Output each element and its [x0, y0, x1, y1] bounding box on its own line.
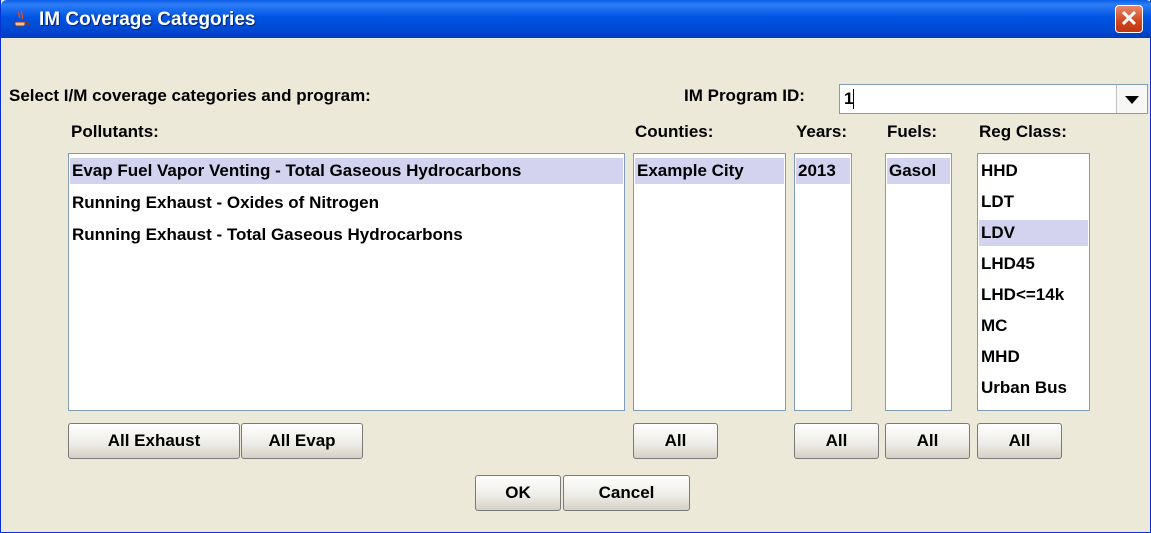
- pollutants-header: Pollutants:: [71, 122, 159, 141]
- fuels-list[interactable]: Gasol: [885, 153, 952, 411]
- all-years-button[interactable]: All: [794, 423, 879, 459]
- close-button[interactable]: ✕: [1115, 5, 1143, 33]
- list-item[interactable]: Evap Fuel Vapor Venting - Total Gaseous …: [70, 158, 623, 184]
- counties-header: Counties:: [635, 122, 714, 141]
- list-item[interactable]: LDT: [979, 189, 1088, 215]
- all-evap-button[interactable]: All Evap: [241, 423, 363, 459]
- all-reg-class-button[interactable]: All: [977, 423, 1062, 459]
- all-fuels-button[interactable]: All: [885, 423, 970, 459]
- title-bar[interactable]: IM Coverage Categories ✕: [1, 0, 1151, 38]
- fuels-header: Fuels:: [887, 122, 938, 141]
- list-item[interactable]: LDV: [979, 220, 1088, 246]
- list-item[interactable]: Running Exhaust - Oxides of Nitrogen: [70, 190, 623, 216]
- all-counties-button[interactable]: All: [633, 423, 718, 459]
- reg-class-header: Reg Class:: [979, 122, 1067, 141]
- cancel-button[interactable]: Cancel: [563, 475, 690, 511]
- ok-button[interactable]: OK: [475, 475, 561, 511]
- program-id-label: IM Program ID:: [684, 86, 805, 105]
- list-item[interactable]: Urban Bus: [979, 375, 1088, 401]
- close-icon: ✕: [1119, 6, 1139, 31]
- list-item[interactable]: Example City: [635, 158, 784, 184]
- years-header: Years:: [796, 122, 848, 141]
- list-item[interactable]: MHD: [979, 344, 1088, 370]
- reg-class-list[interactable]: HHD LDT LDV LHD45 LHD<=14k MC MHD Urban …: [977, 153, 1090, 411]
- counties-list[interactable]: Example City: [633, 153, 786, 411]
- list-item[interactable]: 2013: [796, 158, 850, 184]
- pollutants-list[interactable]: Evap Fuel Vapor Venting - Total Gaseous …: [68, 153, 625, 411]
- list-item[interactable]: HHD: [979, 158, 1088, 184]
- java-coffee-icon: [14, 10, 29, 27]
- prompt-label: Select I/M coverage categories and progr…: [9, 86, 371, 105]
- list-item[interactable]: MC: [979, 313, 1088, 339]
- combobox-dropdown-button[interactable]: [1116, 85, 1147, 113]
- text-caret: [853, 89, 854, 109]
- dialog-window: IM Coverage Categories ✕ Select I/M cove…: [0, 0, 1151, 533]
- window-title: IM Coverage Categories: [39, 9, 256, 30]
- years-list[interactable]: 2013: [794, 153, 852, 411]
- program-id-combobox[interactable]: 1: [839, 84, 1148, 114]
- list-item[interactable]: LHD<=14k: [979, 282, 1088, 308]
- all-exhaust-button[interactable]: All Exhaust: [68, 423, 240, 459]
- chevron-down-icon: [1125, 96, 1139, 104]
- list-item[interactable]: Gasol: [887, 158, 950, 184]
- list-item[interactable]: LHD45: [979, 251, 1088, 277]
- list-item[interactable]: Running Exhaust - Total Gaseous Hydrocar…: [70, 222, 623, 248]
